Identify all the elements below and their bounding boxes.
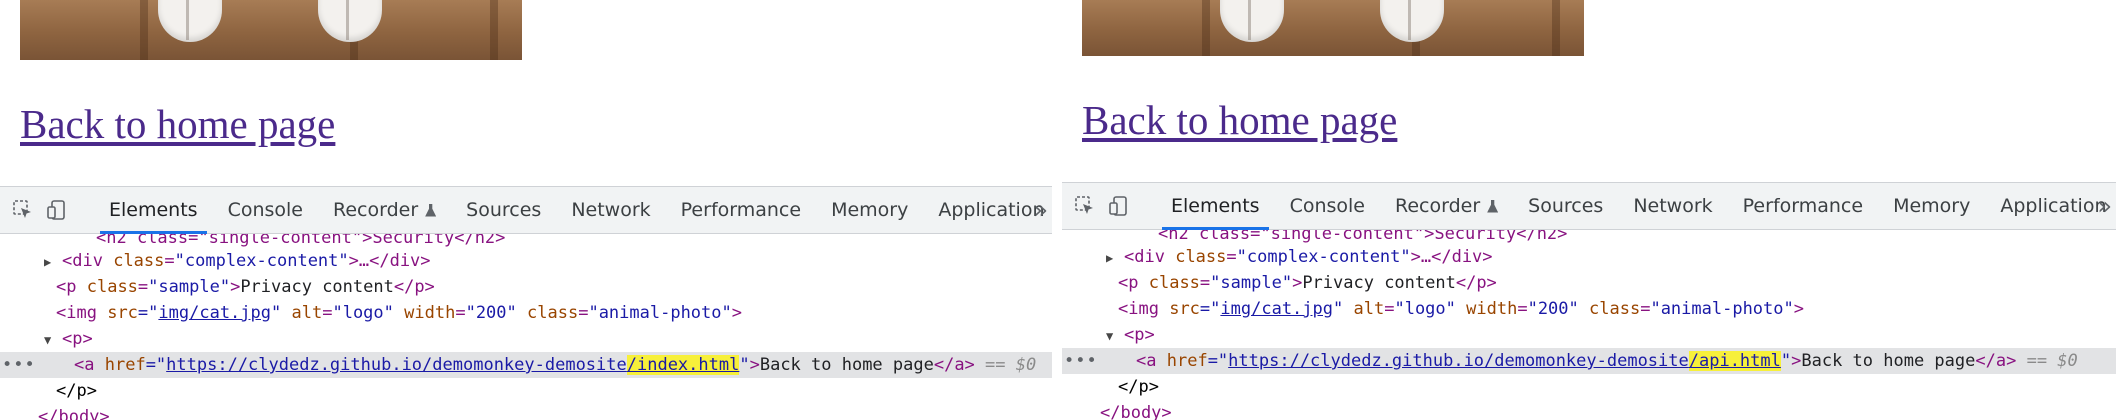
more-options-dots-icon[interactable]: •••	[2, 352, 36, 378]
dom-line-p-close[interactable]: </p>	[0, 378, 1052, 404]
tab-console[interactable]: Console	[213, 187, 318, 233]
dom-line-anchor-selected[interactable]: ••• <a href="https://clydedz.github.io/de…	[0, 352, 1052, 378]
dom-line-img[interactable]: <img src="img/cat.jpg" alt="logo" width=…	[0, 300, 1052, 326]
dom-line-body-close[interactable]: </body>	[0, 404, 1052, 420]
tab-elements[interactable]: Elements	[1156, 183, 1275, 230]
cat-paw-right	[318, 0, 382, 42]
experiment-flask-icon	[425, 203, 437, 217]
tab-network[interactable]: Network	[556, 187, 665, 233]
tab-recorder[interactable]: Recorder	[1380, 183, 1513, 229]
collapse-triangle-icon[interactable]: ▼	[44, 327, 62, 353]
dom-line-p-open[interactable]: ▼ <p>	[1062, 322, 2116, 348]
tab-sources[interactable]: Sources	[1513, 183, 1618, 229]
devtools-panel: Elements Console Recorder Sources Networ…	[1062, 182, 2116, 420]
devtools-tabbar: Elements Console Recorder Sources Networ…	[1062, 182, 2116, 230]
tab-recorder-label: Recorder	[1395, 195, 1481, 217]
dom-line-p-sample[interactable]: <p class="sample">Privacy content</p>	[1062, 270, 2116, 296]
tab-recorder[interactable]: Recorder	[318, 187, 451, 233]
dom-line-p-close[interactable]: </p>	[1062, 374, 2116, 400]
dom-line-img[interactable]: <img src="img/cat.jpg" alt="logo" width=…	[1062, 296, 2116, 322]
cat-paw-left	[158, 0, 222, 42]
href-path-highlight[interactable]: /api.html	[1688, 351, 1781, 371]
dom-line-p-open[interactable]: ▼ <p>	[0, 326, 1052, 352]
img-src-link[interactable]: img/cat.jpg	[158, 303, 271, 323]
tab-performance[interactable]: Performance	[666, 187, 816, 233]
more-tabs-chevron-icon[interactable]: »	[2097, 183, 2112, 229]
cat-paw-right	[1380, 0, 1444, 42]
tab-performance[interactable]: Performance	[1728, 183, 1878, 229]
tab-sources[interactable]: Sources	[451, 187, 556, 233]
dom-line-anchor-selected[interactable]: ••• <a href="https://clydedz.github.io/de…	[1062, 348, 2116, 374]
cat-paw-left	[1220, 0, 1284, 42]
tab-elements[interactable]: Elements	[94, 187, 213, 234]
href-base-link[interactable]: https://clydedz.github.io/demomonkey-dem…	[1228, 351, 1689, 371]
href-path-highlight[interactable]: /index.html	[626, 355, 740, 375]
inspect-element-icon[interactable]	[12, 196, 34, 224]
dom-line-h2[interactable]: <h2 class="single-content">Security</h2>	[0, 234, 1052, 248]
expand-triangle-icon[interactable]: ▶	[1106, 245, 1124, 271]
device-toolbar-icon[interactable]	[1108, 192, 1130, 220]
devtools-tabbar: Elements Console Recorder Sources Networ…	[0, 186, 1052, 234]
dom-line-p-sample[interactable]: <p class="sample">Privacy content</p>	[0, 274, 1052, 300]
dom-line-div[interactable]: ▶ <div class="complex-content">…</div>	[0, 248, 1052, 274]
dom-line-div[interactable]: ▶ <div class="complex-content">…</div>	[1062, 244, 2116, 270]
back-to-home-link[interactable]: Back to home page	[20, 100, 335, 148]
device-toolbar-icon[interactable]	[46, 196, 68, 224]
experiment-flask-icon	[1487, 199, 1499, 213]
dom-line-body-close[interactable]: </body>	[1062, 400, 2116, 420]
expand-triangle-icon[interactable]: ▶	[44, 249, 62, 275]
left-browser-pane: Back to home page Elements Console Recor…	[0, 0, 1052, 420]
href-base-link[interactable]: https://clydedz.github.io/demomonkey-dem…	[166, 355, 627, 375]
tab-console[interactable]: Console	[1275, 183, 1380, 229]
tab-network[interactable]: Network	[1618, 183, 1727, 229]
elements-tree: <h2 class="single-content">Security</h2>…	[0, 234, 1052, 420]
elements-tree: <h2 class="single-content">Security</h2>…	[1062, 230, 2116, 420]
tab-recorder-label: Recorder	[333, 199, 419, 221]
collapse-triangle-icon[interactable]: ▼	[1106, 323, 1124, 349]
tab-memory[interactable]: Memory	[816, 187, 923, 233]
more-options-dots-icon[interactable]: •••	[1064, 348, 1098, 374]
back-to-home-link[interactable]: Back to home page	[1082, 96, 1397, 144]
more-tabs-chevron-icon[interactable]: »	[1033, 187, 1048, 233]
cat-photo	[1082, 0, 1584, 56]
inspect-element-icon[interactable]	[1074, 192, 1096, 220]
right-browser-pane: Back to home page Elements Console Recor…	[1062, 0, 2116, 420]
devtools-panel: Elements Console Recorder Sources Networ…	[0, 186, 1052, 420]
dom-line-h2[interactable]: <h2 class="single-content">Security</h2>	[1062, 230, 2116, 244]
tab-memory[interactable]: Memory	[1878, 183, 1985, 229]
img-src-link[interactable]: img/cat.jpg	[1220, 299, 1333, 319]
cat-photo	[20, 0, 522, 60]
